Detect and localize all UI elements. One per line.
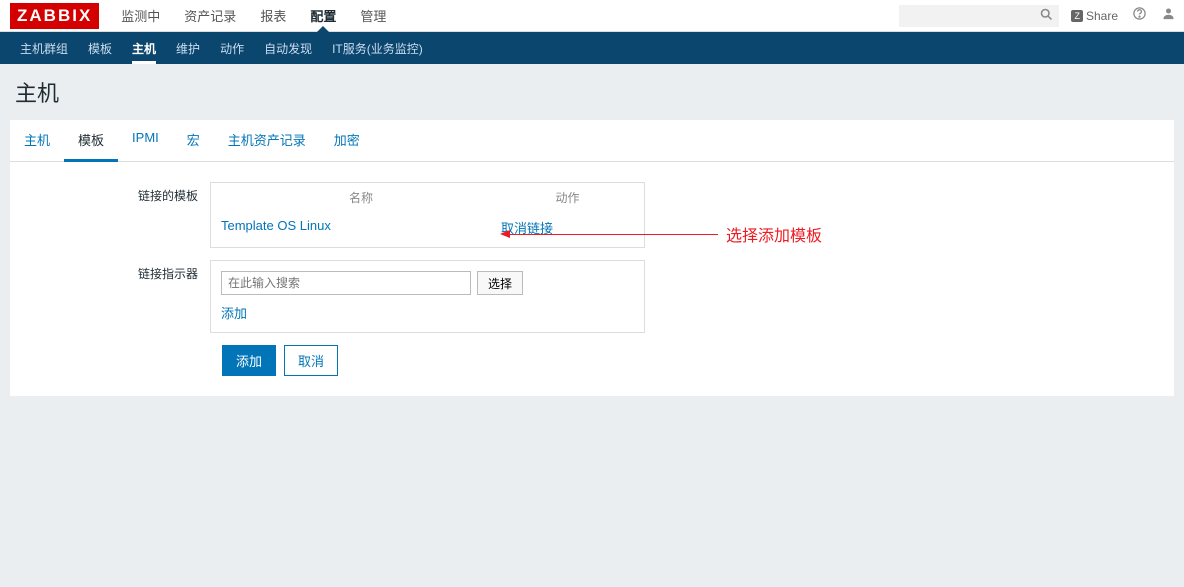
submit-button[interactable]: 添加	[222, 345, 276, 376]
linked-templates-label: 链接的模板	[20, 182, 210, 204]
tab-item[interactable]: 模板	[64, 120, 118, 162]
page-content: 主机 主机模板IPMI宏主机资产记录加密 链接的模板 名称 动作 Templat…	[0, 64, 1184, 408]
unlink-action[interactable]: 取消链接	[501, 221, 553, 236]
tab-item[interactable]: 主机资产记录	[214, 120, 320, 161]
user-icon[interactable]	[1161, 6, 1176, 25]
page-title: 主机	[15, 76, 1174, 108]
sub-nav-item[interactable]: 动作	[210, 32, 254, 64]
tab-item[interactable]: IPMI	[118, 120, 173, 161]
link-indicator-row: 链接指示器 选择 添加	[20, 260, 1164, 333]
link-indicator-box: 选择 添加	[210, 260, 645, 333]
top-menu-item[interactable]: 资产记录	[172, 0, 248, 31]
header-name: 名称	[221, 189, 501, 206]
top-bar: ZABBIX 监测中资产记录报表配置管理 Z Share	[0, 0, 1184, 32]
action-buttons: 添加 取消	[222, 345, 1164, 376]
search-combo: 选择	[221, 271, 634, 295]
logo[interactable]: ZABBIX	[10, 3, 99, 29]
sub-nav: 主机群组模板主机维护动作自动发现IT服务(业务监控)	[0, 32, 1184, 64]
form-area: 链接的模板 名称 动作 Template OS Linux 取消链接 链接指示器	[10, 162, 1174, 396]
template-search-input[interactable]	[221, 271, 471, 295]
share-button[interactable]: Z Share	[1071, 9, 1118, 23]
link-indicator-control: 选择 添加	[210, 260, 645, 333]
link-indicator-label: 链接指示器	[20, 260, 210, 282]
share-label: Share	[1086, 9, 1118, 23]
linked-templates-row: 链接的模板 名称 动作 Template OS Linux 取消链接	[20, 182, 1164, 248]
top-menu-item[interactable]: 管理	[348, 0, 398, 31]
search-input[interactable]	[904, 9, 1039, 23]
top-menu-item[interactable]: 报表	[248, 0, 298, 31]
search-icon[interactable]	[1039, 7, 1054, 25]
sub-nav-item[interactable]: 自动发现	[254, 32, 322, 64]
sub-nav-item[interactable]: IT服务(业务监控)	[322, 32, 433, 64]
top-right: Z Share	[1071, 6, 1176, 25]
sub-nav-item[interactable]: 主机群组	[10, 32, 78, 64]
table-header: 名称 动作	[211, 183, 644, 212]
tabs: 主机模板IPMI宏主机资产记录加密	[10, 120, 1174, 162]
top-menu-item[interactable]: 监测中	[109, 0, 172, 31]
linked-templates-control: 名称 动作 Template OS Linux 取消链接	[210, 182, 645, 248]
add-link[interactable]: 添加	[221, 306, 247, 321]
top-menu: 监测中资产记录报表配置管理	[109, 0, 398, 31]
select-button[interactable]: 选择	[477, 271, 523, 295]
template-link[interactable]: Template OS Linux	[221, 218, 331, 233]
tab-item[interactable]: 宏	[173, 120, 214, 161]
share-badge: Z	[1071, 10, 1083, 22]
linked-templates-table: 名称 动作 Template OS Linux 取消链接	[210, 182, 645, 248]
sub-nav-item[interactable]: 模板	[78, 32, 122, 64]
top-menu-item[interactable]: 配置	[298, 0, 348, 31]
help-icon[interactable]	[1132, 6, 1147, 25]
config-panel: 主机模板IPMI宏主机资产记录加密 链接的模板 名称 动作 Template O…	[10, 120, 1174, 396]
tab-item[interactable]: 加密	[320, 120, 374, 161]
tab-item[interactable]: 主机	[10, 120, 64, 161]
sub-nav-item[interactable]: 维护	[166, 32, 210, 64]
header-action: 动作	[501, 189, 634, 206]
cancel-button[interactable]: 取消	[284, 345, 338, 376]
table-row: Template OS Linux 取消链接	[211, 212, 644, 247]
sub-nav-item[interactable]: 主机	[122, 32, 166, 64]
search-box[interactable]	[899, 5, 1059, 27]
